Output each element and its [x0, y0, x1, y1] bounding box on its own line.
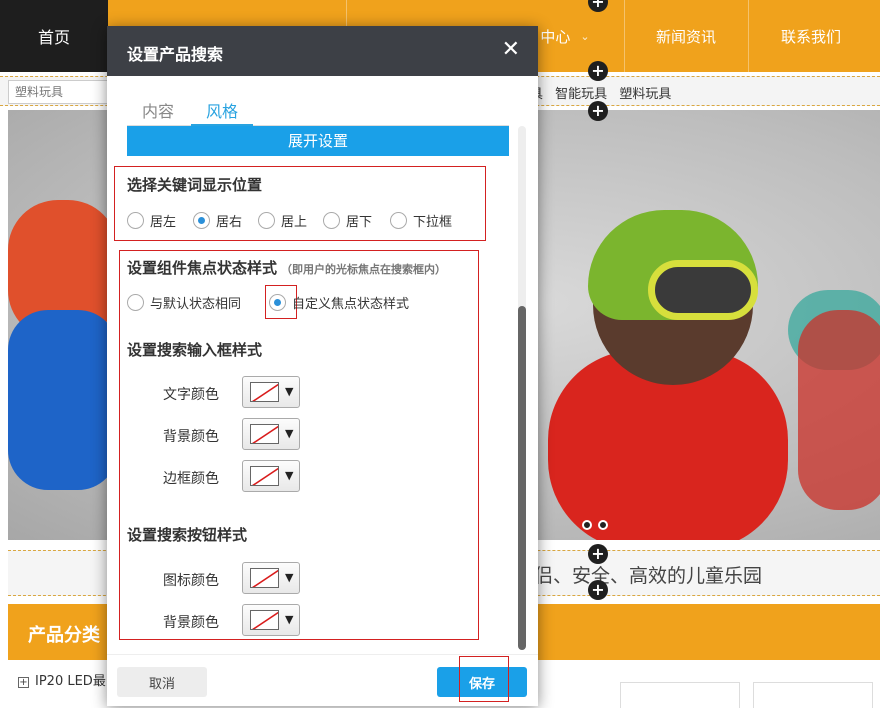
expand-plus-icon[interactable]: +	[18, 677, 29, 688]
site-search-input[interactable]: 塑料玩具	[8, 80, 118, 104]
radio-circle[interactable]	[390, 211, 407, 229]
no-color-swatch-icon	[250, 610, 279, 630]
banner-toy-shape	[8, 310, 118, 490]
radio-dropdown[interactable]: 下拉框	[390, 210, 452, 230]
plus-icon[interactable]: +	[588, 101, 608, 121]
color-label: 边框颜色	[163, 471, 219, 487]
no-color-swatch-icon	[250, 466, 279, 486]
banner-dot[interactable]	[582, 520, 592, 530]
nav-product-label: 中心	[540, 27, 571, 46]
nav-contact[interactable]: 联系我们	[748, 0, 874, 72]
tab-content[interactable]: 内容	[127, 98, 189, 126]
radio-label: 居右	[216, 214, 243, 230]
dialog-header: 设置产品搜索 ✕	[107, 26, 538, 76]
radio-circle[interactable]	[193, 211, 210, 229]
radio-align-top[interactable]: 居上	[258, 210, 307, 230]
close-icon[interactable]: ✕	[502, 37, 520, 62]
color-label: 文字颜色	[163, 387, 219, 403]
cancel-button[interactable]: 取消	[117, 667, 207, 697]
radio-label: 自定义焦点状态样式	[292, 296, 410, 312]
focus-style-note: （即用户的光标焦点在搜索框内）	[281, 263, 447, 276]
radio-focus-custom[interactable]: 自定义焦点状态样式	[269, 292, 409, 312]
product-card[interactable]	[753, 682, 873, 708]
keyword-link[interactable]: 智能玩具	[555, 87, 607, 102]
focus-style-title-text: 设置组件焦点状态样式	[127, 259, 278, 277]
product-search-settings-dialog: 设置产品搜索 ✕ 内容 风格 展开设置 选择关键词显示位置 居左 居右 居上 居…	[107, 26, 538, 706]
banner-toy-shape	[798, 310, 880, 510]
category-item[interactable]: + IP20 LED最	[18, 670, 106, 689]
no-color-swatch-icon	[250, 424, 279, 444]
caret-down-icon: ▼	[285, 427, 294, 440]
nav-news[interactable]: 新闻资讯	[624, 0, 748, 72]
tab-style[interactable]: 风格	[191, 98, 254, 126]
icon-color-picker[interactable]: ▼	[242, 562, 300, 594]
text-color-picker[interactable]: ▼	[242, 376, 300, 408]
color-label: 背景颜色	[163, 429, 219, 445]
banner-pagination	[582, 515, 614, 534]
banner-toy-shape	[648, 260, 758, 320]
radio-align-left[interactable]: 居左	[127, 210, 176, 230]
radio-label: 与默认状态相同	[150, 296, 242, 312]
category-title: 产品分类	[28, 625, 100, 646]
radio-label: 居下	[346, 214, 373, 230]
radio-label: 下拉框	[413, 214, 453, 230]
dialog-tabs: 内容 风格	[127, 98, 509, 126]
radio-align-bottom[interactable]: 居下	[323, 210, 372, 230]
radio-circle[interactable]	[127, 211, 144, 229]
no-color-swatch-icon	[250, 382, 279, 402]
banner-dot[interactable]	[598, 520, 608, 530]
highlight-box	[459, 656, 509, 702]
radio-align-right[interactable]: 居右	[193, 210, 242, 230]
button-background-color-picker[interactable]: ▼	[242, 604, 300, 636]
radio-circle[interactable]	[323, 211, 340, 229]
keyword-link[interactable]: 塑料玩具	[619, 87, 671, 102]
dialog-title: 设置产品搜索	[127, 45, 224, 64]
radio-circle[interactable]	[127, 293, 144, 311]
color-label: 背景颜色	[163, 615, 219, 631]
background-color-picker[interactable]: ▼	[242, 418, 300, 450]
radio-label: 居上	[281, 214, 308, 230]
plus-icon[interactable]: +	[588, 544, 608, 564]
no-color-swatch-icon	[250, 568, 279, 588]
caret-down-icon: ▼	[285, 469, 294, 482]
plus-icon[interactable]: +	[588, 61, 608, 81]
color-label: 图标颜色	[163, 573, 219, 589]
keyword-position-title: 选择关键词显示位置	[127, 176, 263, 194]
radio-label: 居左	[150, 214, 177, 230]
radio-circle[interactable]	[269, 293, 286, 311]
focus-style-title: 设置组件焦点状态样式 （即用户的光标焦点在搜索框内）	[127, 257, 446, 278]
input-style-title: 设置搜索输入框样式	[127, 341, 263, 359]
chevron-down-icon: ⌄	[580, 29, 590, 43]
caret-down-icon: ▼	[285, 385, 294, 398]
site-keyword-list: 具 智能玩具 塑料玩具	[530, 83, 679, 102]
expand-settings-button[interactable]: 展开设置	[127, 126, 509, 156]
border-color-picker[interactable]: ▼	[242, 460, 300, 492]
scrollbar-thumb[interactable]	[518, 306, 526, 650]
caret-down-icon: ▼	[285, 571, 294, 584]
product-card[interactable]	[620, 682, 740, 708]
caret-down-icon: ▼	[285, 613, 294, 626]
button-style-title: 设置搜索按钮样式	[127, 526, 248, 544]
plus-icon[interactable]: +	[588, 580, 608, 600]
radio-circle[interactable]	[258, 211, 275, 229]
radio-focus-default[interactable]: 与默认状态相同	[127, 292, 241, 312]
slogan-text: 侣、安全、高效的儿童乐园	[534, 565, 763, 587]
nav-home[interactable]: 首页	[0, 0, 108, 72]
category-item-label: IP20 LED最	[35, 674, 106, 689]
